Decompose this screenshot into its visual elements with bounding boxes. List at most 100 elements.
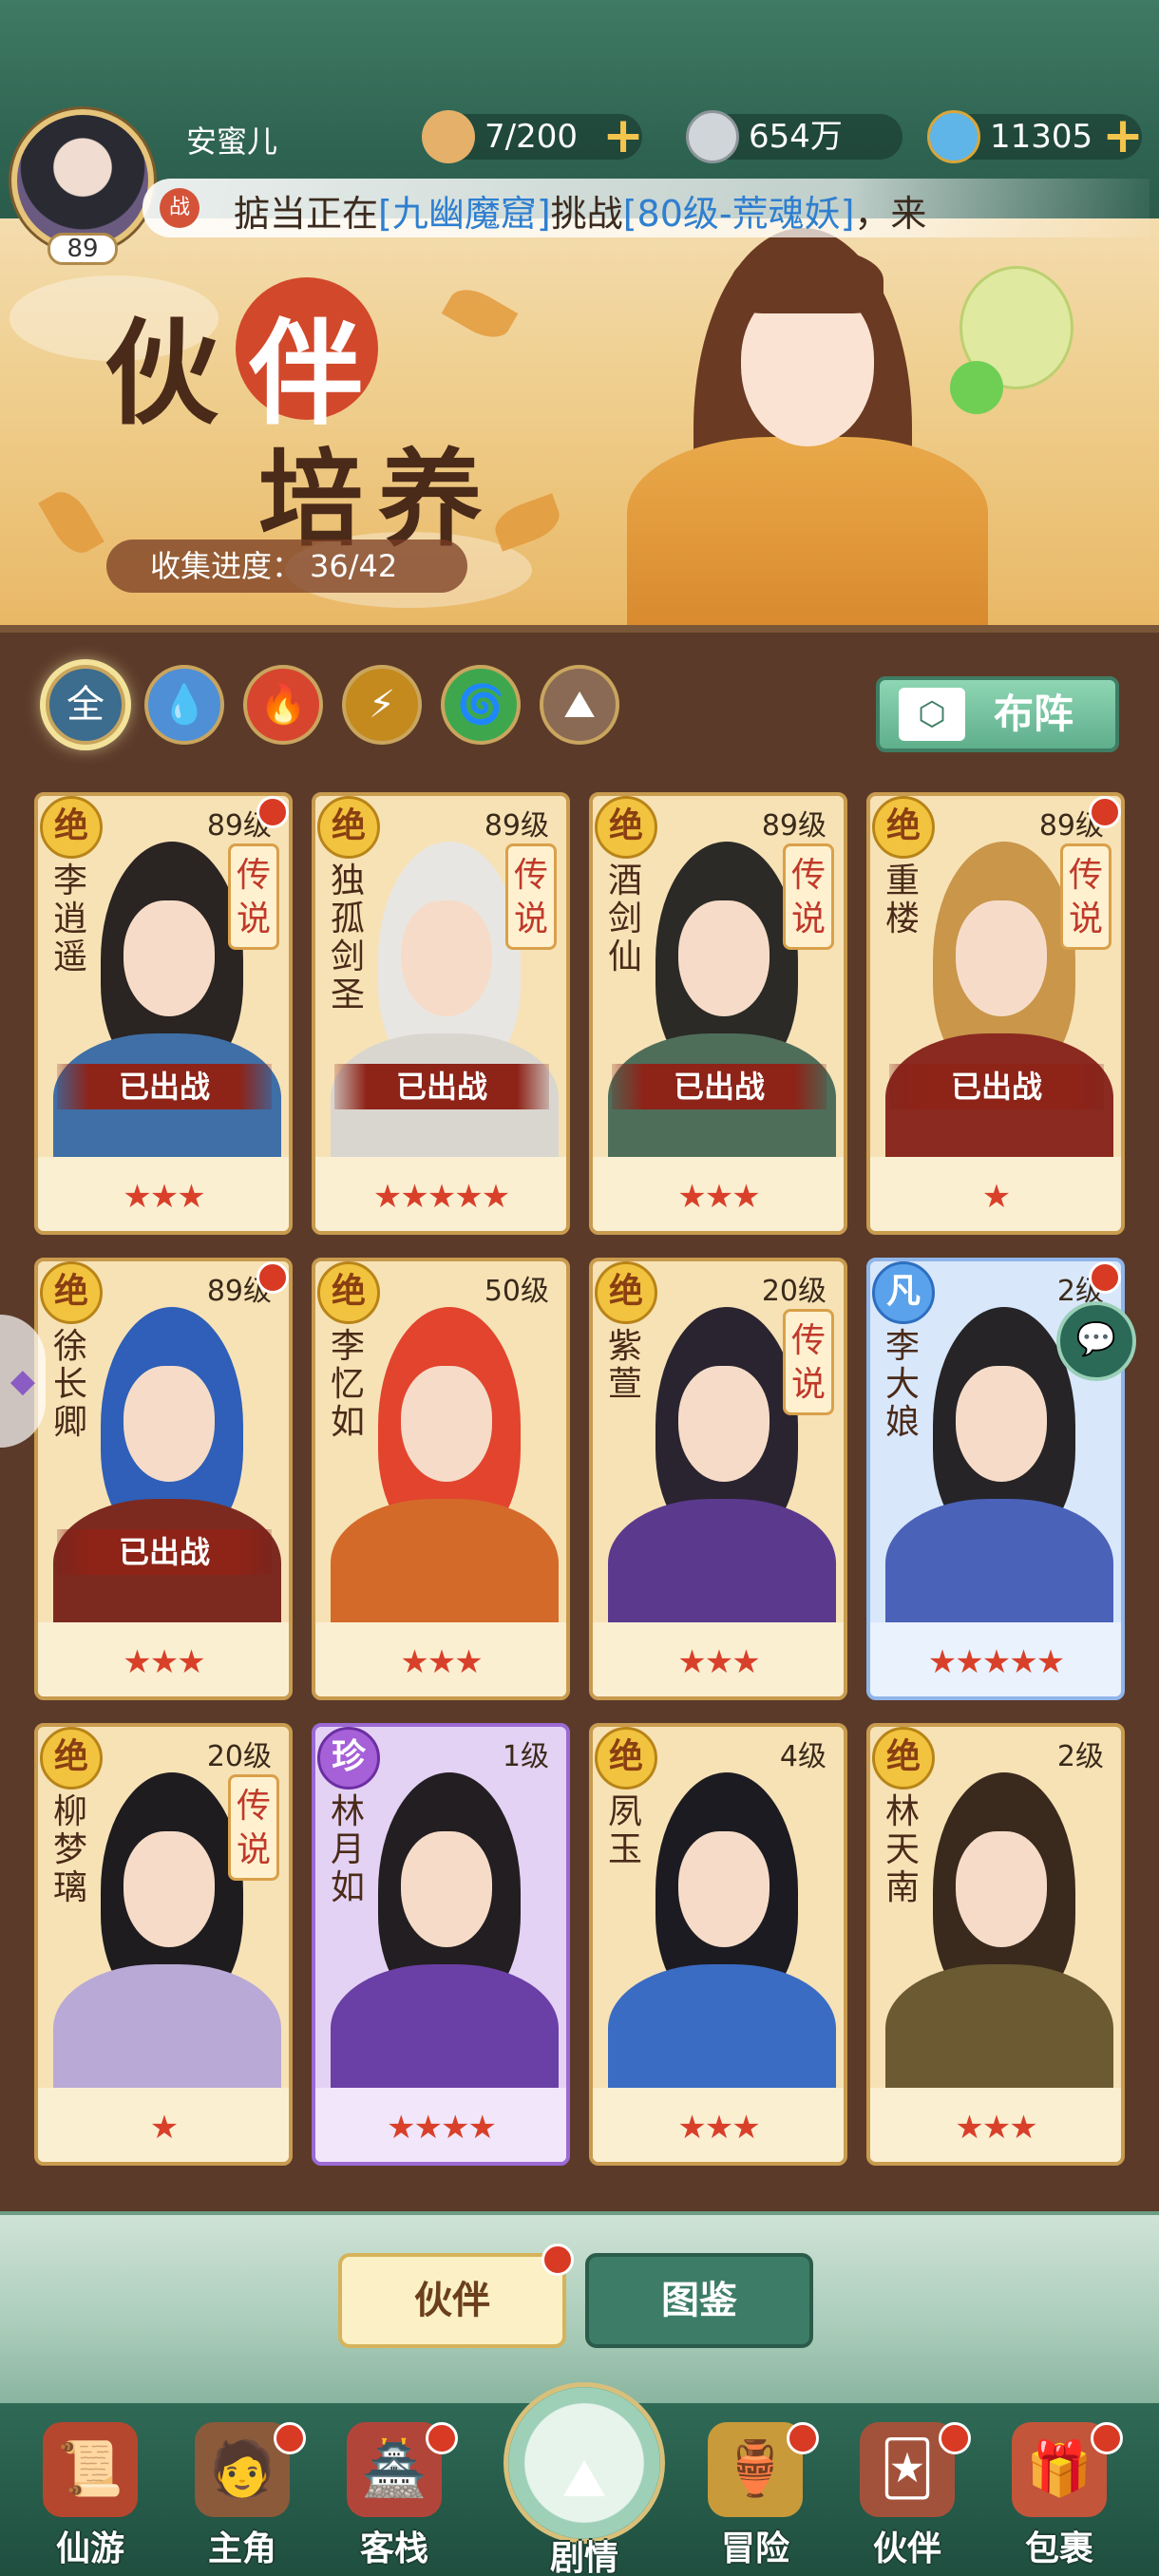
add-stamina-button[interactable]: + bbox=[598, 111, 648, 161]
filter-wind-button[interactable]: 🌀 bbox=[441, 665, 521, 745]
partner-card[interactable]: 绝 4级 夙玉 ★★★ bbox=[589, 1723, 847, 2166]
legend-tag: 传说 bbox=[228, 1774, 279, 1881]
deployed-banner: 已出战 bbox=[57, 1529, 272, 1575]
ticker-target: [80级-荒魂妖] bbox=[622, 193, 855, 235]
nav-label: 客栈 bbox=[359, 2529, 428, 2568]
partner-level: 89级 bbox=[761, 809, 826, 843]
nav-item-4[interactable]: ⛰ 剧情 bbox=[513, 2432, 656, 2576]
star-rating: ★ bbox=[981, 1178, 1011, 1216]
notification-dot bbox=[256, 1261, 289, 1294]
side-tab-icon: ◆ bbox=[10, 1362, 36, 1400]
tab-codex[interactable]: 图鉴 bbox=[585, 2253, 813, 2348]
partner-card[interactable]: 绝 89级 徐长卿 已出战 ★★★ bbox=[34, 1258, 293, 1700]
partner-name: 李逍遥 bbox=[52, 862, 87, 976]
sprout-ball-icon bbox=[950, 361, 1003, 414]
ticker-place: [九幽魔窟] bbox=[378, 193, 551, 235]
formation-icon: ⬡ bbox=[899, 688, 965, 741]
nav-item-2[interactable]: 🧑 主角 bbox=[171, 2422, 314, 2574]
partner-card[interactable]: 绝 89级 酒剑仙 传说 已出战 ★★★ bbox=[589, 792, 847, 1235]
rarity-badge: 绝 bbox=[317, 796, 380, 859]
player-avatar-frame[interactable]: 89 bbox=[11, 109, 154, 265]
coin-icon bbox=[686, 110, 739, 163]
chat-icon[interactable]: 💬 bbox=[1056, 1301, 1136, 1381]
add-gems-button[interactable]: + bbox=[1098, 111, 1148, 161]
notification-dot bbox=[939, 2422, 971, 2454]
filter-thunder-button[interactable]: ⚡ bbox=[342, 665, 422, 745]
star-rating: ★★★★★ bbox=[372, 1178, 510, 1216]
partner-name: 李大娘 bbox=[884, 1327, 920, 1442]
notification-dot bbox=[274, 2422, 306, 2454]
tab-partners[interactable]: 伙伴 bbox=[338, 2244, 574, 2348]
nav-label: 冒险 bbox=[720, 2529, 789, 2568]
nav-icon: 📜 bbox=[43, 2422, 138, 2517]
nav-item-6[interactable]: 🃏 伙伴 bbox=[836, 2422, 978, 2574]
partner-name: 徐长卿 bbox=[52, 1327, 87, 1442]
nav-icon: ⛰ bbox=[561, 2448, 607, 2510]
deployed-banner: 已出战 bbox=[57, 1064, 272, 1109]
nav-item-1[interactable]: 📜 仙游 bbox=[19, 2422, 162, 2574]
title-char-1: 伙 bbox=[104, 307, 218, 441]
filter-thunder-icon: ⚡ bbox=[368, 683, 396, 727]
nav-item-7[interactable]: 🎁 包裹 bbox=[988, 2422, 1130, 2574]
legend-tag: 传说 bbox=[783, 843, 834, 950]
filter-water-button[interactable]: 💧 bbox=[144, 665, 224, 745]
filter-all-button[interactable]: 全 bbox=[46, 665, 125, 745]
formation-label: 布阵 bbox=[994, 691, 1074, 737]
avatar[interactable] bbox=[11, 109, 154, 252]
star-rating: ★★★★★ bbox=[927, 1643, 1065, 1681]
bun-icon bbox=[422, 110, 475, 163]
notification-dot bbox=[1089, 796, 1121, 828]
partner-level: 20级 bbox=[761, 1275, 826, 1308]
broadcast-ticker[interactable]: 战 掂当正在[九幽魔窟]挑战[80级-荒魂妖]，来 bbox=[142, 179, 1150, 237]
formation-button[interactable]: ⬡ 布阵 bbox=[876, 676, 1119, 752]
star-rating: ★★★ bbox=[955, 2109, 1037, 2147]
star-rating: ★★★ bbox=[677, 1178, 760, 1216]
deployed-banner: 已出战 bbox=[612, 1064, 826, 1109]
partner-card[interactable]: 珍 1级 林月如 ★★★★ bbox=[312, 1723, 570, 2166]
partner-card[interactable]: 绝 20级 柳梦璃 传说 ★ bbox=[34, 1723, 293, 2166]
partner-name: 林天南 bbox=[884, 1792, 920, 1907]
partner-name: 林月如 bbox=[330, 1792, 365, 1907]
rarity-badge: 绝 bbox=[595, 1261, 657, 1324]
notification-dot bbox=[787, 2422, 819, 2454]
partner-card[interactable]: 绝 89级 重楼 传说 已出战 ★ bbox=[866, 792, 1125, 1235]
collection-progress: 收集进度： 36/42 bbox=[106, 540, 467, 593]
stamina-value: 7/200 bbox=[484, 118, 578, 156]
partner-card[interactable]: 绝 20级 紫萱 传说 ★★★ bbox=[589, 1258, 847, 1700]
nav-item-5[interactable]: 🏺 冒险 bbox=[684, 2422, 826, 2574]
partner-card[interactable]: 绝 50级 李忆如 ★★★ bbox=[312, 1258, 570, 1700]
resource-silver: 654万 bbox=[686, 110, 902, 163]
jade-icon bbox=[927, 110, 980, 163]
nav-label: 仙游 bbox=[55, 2529, 124, 2568]
rarity-badge: 绝 bbox=[40, 1261, 103, 1324]
filter-fire-button[interactable]: 🔥 bbox=[243, 665, 323, 745]
partner-level: 1级 bbox=[502, 1740, 549, 1773]
ticker-suffix: ，来 bbox=[854, 193, 927, 235]
silver-value: 654万 bbox=[749, 118, 843, 156]
nav-item-3[interactable]: 🏯 客栈 bbox=[323, 2422, 466, 2574]
deployed-banner: 已出战 bbox=[889, 1064, 1104, 1109]
nav-label: 伙伴 bbox=[872, 2529, 941, 2568]
nav-label: 包裹 bbox=[1024, 2529, 1093, 2568]
collection-value: 36/42 bbox=[310, 548, 398, 584]
partner-card[interactable]: 绝 89级 独孤剑圣 传说 已出战 ★★★★★ bbox=[312, 792, 570, 1235]
notification-dot bbox=[1091, 2422, 1123, 2454]
nav-label: 剧情 bbox=[549, 2539, 618, 2576]
filter-fire-icon: 🔥 bbox=[259, 683, 307, 727]
legend-tag: 传说 bbox=[783, 1309, 834, 1415]
filter-earth-button[interactable]: ⛰ bbox=[540, 665, 619, 745]
player-level-badge: 89 bbox=[48, 233, 118, 265]
partner-name: 独孤剑圣 bbox=[330, 862, 365, 1014]
tab-partners-label: 伙伴 bbox=[414, 2279, 490, 2322]
battle-badge-icon: 战 bbox=[160, 188, 200, 228]
partner-card[interactable]: 绝 2级 林天南 ★★★ bbox=[866, 1723, 1125, 2166]
collection-label: 收集进度： bbox=[150, 548, 303, 584]
ticker-text: 掂当正在[九幽魔窟]挑战[80级-荒魂妖]，来 bbox=[234, 184, 926, 237]
partner-name: 李忆如 bbox=[330, 1327, 365, 1442]
star-rating: ★★★ bbox=[677, 1643, 760, 1681]
notification-dot bbox=[1089, 1261, 1121, 1294]
star-rating: ★★★ bbox=[400, 1643, 483, 1681]
partner-card[interactable]: 绝 89级 李逍遥 传说 已出战 ★★★ bbox=[34, 792, 293, 1235]
partner-name: 夙玉 bbox=[607, 1792, 642, 1869]
gems-value: 11305 bbox=[990, 118, 1093, 156]
